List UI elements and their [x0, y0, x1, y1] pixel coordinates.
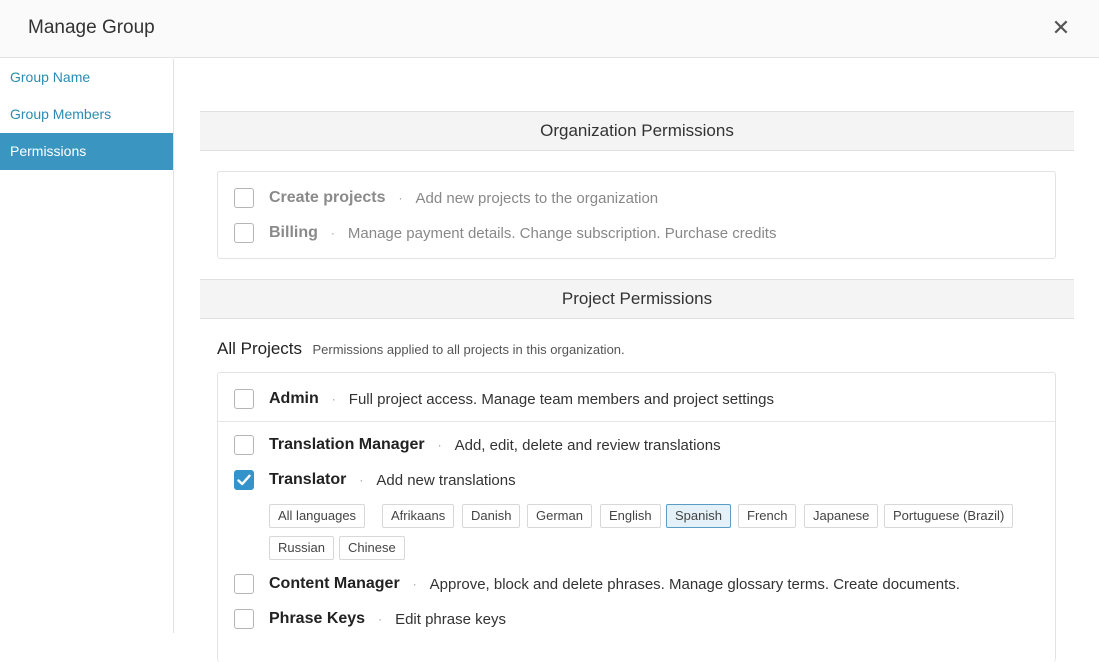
permission-row-translation-manager: Translation Manager · Add, edit, delete …: [234, 434, 721, 456]
project-permissions-box: Admin · Full project access. Manage team…: [217, 372, 1056, 662]
separator-dot: ·: [413, 577, 417, 591]
sidebar-item-group-members[interactable]: Group Members: [0, 96, 173, 133]
phrase-keys-checkbox[interactable]: [234, 609, 254, 629]
permission-row-content-manager: Content Manager · Approve, block and del…: [234, 573, 960, 595]
translator-checkbox[interactable]: [234, 470, 254, 490]
create-projects-checkbox[interactable]: [234, 188, 254, 208]
separator-dot: ·: [378, 612, 382, 626]
permission-row-admin: Admin · Full project access. Manage team…: [234, 388, 774, 410]
permission-row-create-projects: Create projects · Add new projects to th…: [234, 187, 658, 209]
separator-dot: ·: [438, 438, 442, 452]
sidebar-item-permissions[interactable]: Permissions: [0, 133, 173, 170]
permission-row-phrase-keys: Phrase Keys · Edit phrase keys: [234, 608, 506, 630]
sidebar-item-group-name[interactable]: Group Name: [0, 59, 173, 96]
permission-description: Add, edit, delete and review translation…: [455, 437, 721, 454]
close-icon[interactable]: ✕: [1049, 14, 1073, 42]
modal-title: Manage Group: [28, 17, 155, 39]
language-chip-japanese[interactable]: Japanese: [804, 504, 878, 528]
permission-name: Create projects: [269, 189, 386, 207]
organization-permissions-box: Create projects · Add new projects to th…: [217, 171, 1056, 259]
language-chip-german[interactable]: German: [527, 504, 592, 528]
separator-dot: ·: [399, 191, 403, 205]
permission-description: Add new translations: [376, 472, 515, 489]
language-chip-afrikaans[interactable]: Afrikaans: [382, 504, 454, 528]
permission-description: Approve, block and delete phrases. Manag…: [430, 576, 960, 593]
language-chip-danish[interactable]: Danish: [462, 504, 520, 528]
permission-name: Admin: [269, 390, 319, 408]
language-chip-spanish[interactable]: Spanish: [666, 504, 731, 528]
separator-dot: ·: [331, 226, 335, 240]
divider: [218, 421, 1055, 422]
permission-row-translator: Translator · Add new translations: [234, 469, 516, 491]
language-chip-russian[interactable]: Russian: [269, 536, 334, 560]
permission-description: Full project access. Manage team members…: [349, 391, 774, 408]
billing-checkbox[interactable]: [234, 223, 254, 243]
sidebar: Group Name Group Members Permissions: [0, 59, 174, 633]
admin-checkbox[interactable]: [234, 389, 254, 409]
permission-row-billing: Billing · Manage payment details. Change…: [234, 222, 776, 244]
check-icon: [237, 474, 251, 486]
language-chip-portuguese-brazil[interactable]: Portuguese (Brazil): [884, 504, 1013, 528]
language-chip-french[interactable]: French: [738, 504, 796, 528]
permission-name: Translator: [269, 471, 346, 489]
permission-name: Content Manager: [269, 575, 400, 593]
language-chip-all-languages[interactable]: All languages: [269, 504, 365, 528]
permission-name: Translation Manager: [269, 436, 425, 454]
all-projects-label: All Projects: [217, 339, 302, 358]
permission-description: Edit phrase keys: [395, 611, 506, 628]
language-chip-chinese[interactable]: Chinese: [339, 536, 405, 560]
all-projects-title: All Projects Permissions applied to all …: [217, 339, 625, 359]
modal-header: Manage Group ✕: [0, 0, 1099, 58]
main-content: Organization Permissions Create projects…: [174, 59, 1099, 633]
translation-manager-checkbox[interactable]: [234, 435, 254, 455]
permission-description: Add new projects to the organization: [416, 190, 659, 207]
permission-name: Phrase Keys: [269, 610, 365, 628]
language-chip-english[interactable]: English: [600, 504, 661, 528]
permission-description: Manage payment details. Change subscript…: [348, 225, 777, 242]
all-projects-description: Permissions applied to all projects in t…: [312, 342, 624, 357]
project-permissions-heading: Project Permissions: [200, 279, 1074, 319]
separator-dot: ·: [359, 473, 363, 487]
separator-dot: ·: [332, 392, 336, 406]
permission-name: Billing: [269, 224, 318, 242]
organization-permissions-heading: Organization Permissions: [200, 111, 1074, 151]
content-manager-checkbox[interactable]: [234, 574, 254, 594]
